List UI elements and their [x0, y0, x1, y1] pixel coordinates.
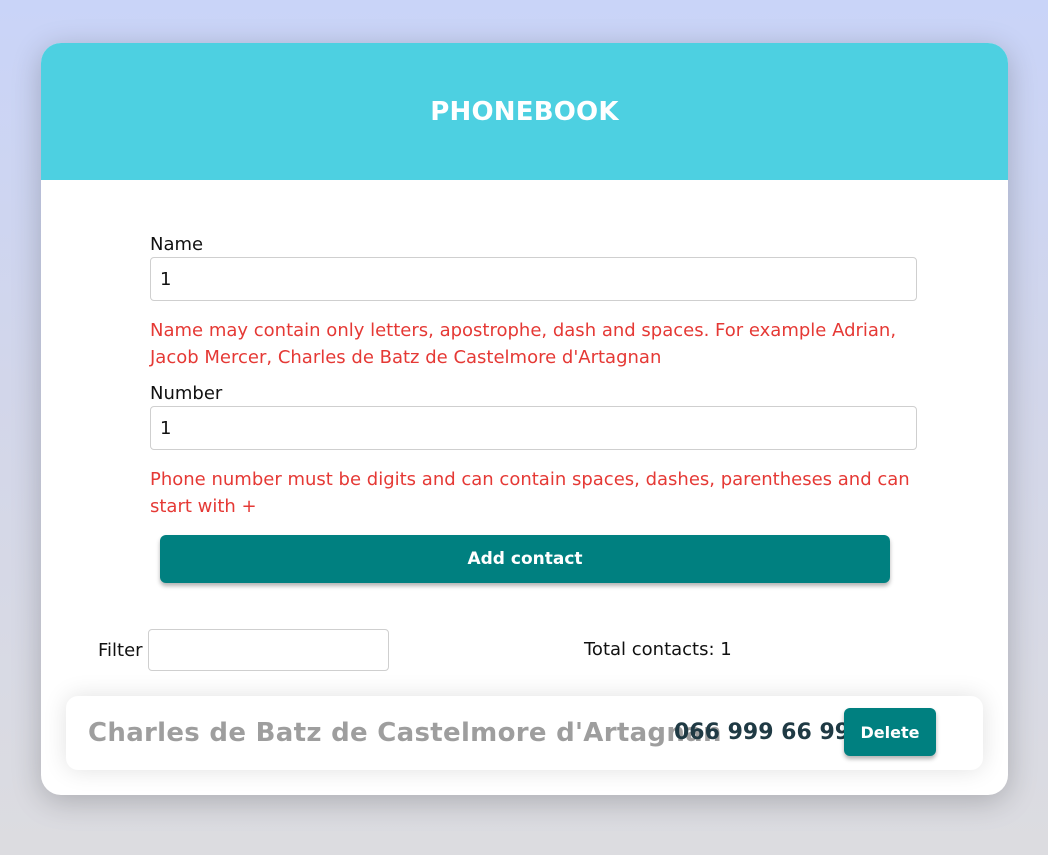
total-contacts: Total contacts: 1	[584, 639, 732, 660]
name-error-message: Name may contain only letters, apostroph…	[150, 320, 897, 368]
filter-input[interactable]	[148, 629, 389, 671]
contact-name: Charles de Batz de Castelmore d'Artagnan	[88, 718, 722, 748]
add-contact-button[interactable]: Add contact	[160, 535, 890, 583]
contact-number: 066 999 66 99	[674, 720, 851, 745]
app-header: PHONEBOOK	[41, 43, 1008, 180]
number-input[interactable]	[150, 406, 917, 450]
name-label: Name	[150, 234, 204, 255]
name-input[interactable]	[150, 257, 917, 301]
phonebook-card: PHONEBOOK Name Name may contain only let…	[41, 43, 1008, 795]
filter-label: Filter	[98, 640, 143, 661]
contact-list-item: Charles de Batz de Castelmore d'Artagnan…	[66, 696, 983, 770]
number-error-message: Phone number must be digits and can cont…	[150, 469, 910, 517]
number-label: Number	[150, 383, 223, 404]
add-contact-form: Name Name may contain only letters, apos…	[150, 233, 917, 520]
delete-contact-button[interactable]: Delete	[844, 708, 936, 756]
app-title: PHONEBOOK	[430, 96, 619, 127]
